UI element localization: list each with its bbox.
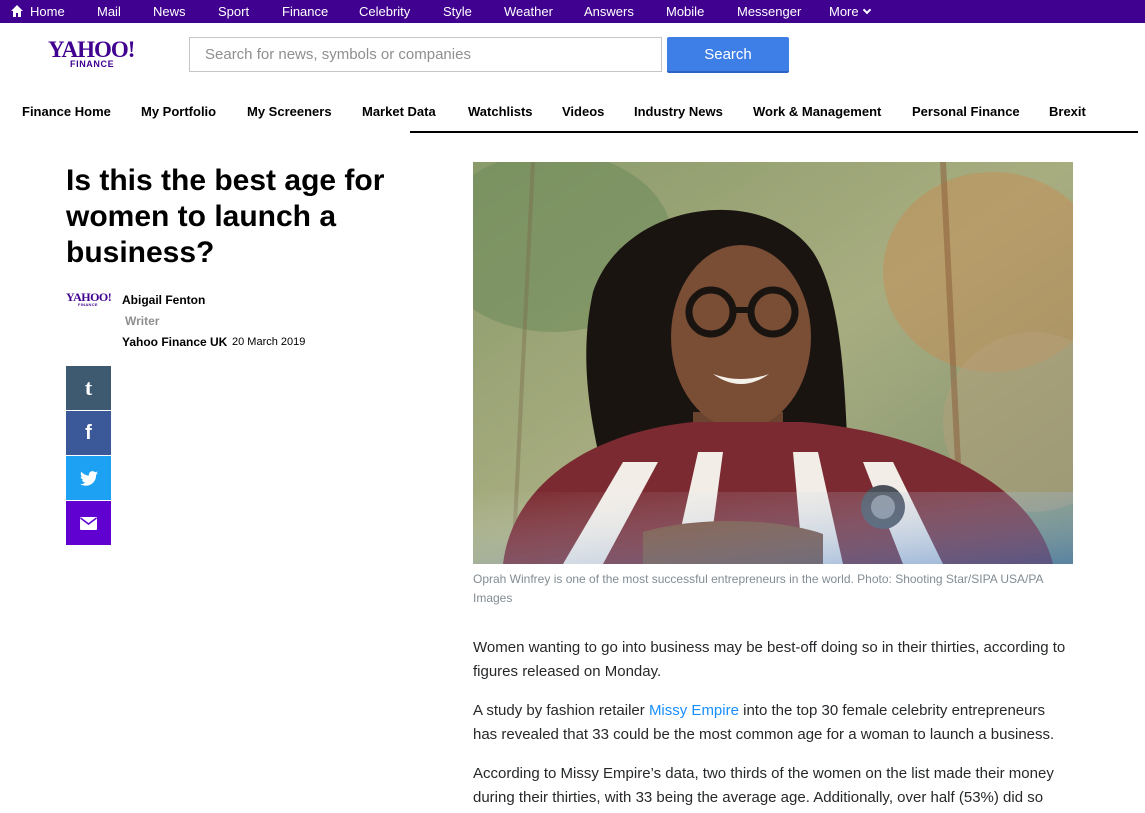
nav-work-management[interactable]: Work & Management xyxy=(753,100,881,124)
share-twitter-button[interactable] xyxy=(66,456,111,500)
logo-sub-text: FINANCE xyxy=(70,59,115,69)
photo-illustration xyxy=(473,162,1073,564)
nav-industry-news[interactable]: Industry News xyxy=(634,100,723,124)
twitter-icon xyxy=(79,470,98,486)
paragraph-text: A study by fashion retailer xyxy=(473,702,649,719)
top-nav-answers[interactable]: Answers xyxy=(584,0,634,23)
yahoo-finance-logo[interactable]: YAHOO! FINANCE xyxy=(48,37,140,73)
share-tumblr-button[interactable]: t xyxy=(66,366,111,410)
top-nav-home[interactable]: Home xyxy=(30,0,65,23)
home-icon[interactable] xyxy=(10,4,24,18)
share-email-button[interactable] xyxy=(66,501,111,545)
photo-caption: Oprah Winfrey is one of the most success… xyxy=(473,572,1043,605)
search-input[interactable] xyxy=(189,37,662,72)
author-logo-sub: FINANCE xyxy=(78,302,98,307)
search-button[interactable]: Search xyxy=(667,37,789,71)
article-date: 20 March 2019 xyxy=(232,336,306,348)
top-nav-messenger[interactable]: Messenger xyxy=(737,0,801,23)
top-nav-mail[interactable]: Mail xyxy=(97,0,121,23)
top-nav-more-label: More xyxy=(829,4,859,19)
top-nav-sport[interactable]: Sport xyxy=(218,0,249,23)
article-paragraph: A study by fashion retailer Missy Empire… xyxy=(473,699,1073,747)
facebook-icon: f xyxy=(85,421,92,444)
article-source: Yahoo Finance UK xyxy=(122,335,228,349)
author-role: Writer xyxy=(125,314,160,328)
missy-empire-link[interactable]: Missy Empire xyxy=(649,702,739,719)
nav-brexit[interactable]: Brexit xyxy=(1049,100,1086,124)
top-nav-more[interactable]: More xyxy=(829,0,871,23)
author-name[interactable]: Abigail Fenton xyxy=(122,293,205,307)
top-nav-news[interactable]: News xyxy=(153,0,186,23)
author-publisher-logo: YAHOO! FINANCE xyxy=(66,290,112,308)
nav-finance-home[interactable]: Finance Home xyxy=(22,100,111,124)
nav-videos[interactable]: Videos xyxy=(562,100,604,124)
nav-market-data[interactable]: Market Data xyxy=(362,100,436,124)
nav-divider xyxy=(410,131,1138,133)
nav-personal-finance[interactable]: Personal Finance xyxy=(912,100,1020,124)
top-nav-mobile[interactable]: Mobile xyxy=(666,0,704,23)
article-paragraph: According to Missy Empire’s data, two th… xyxy=(473,765,1054,806)
top-nav-celebrity[interactable]: Celebrity xyxy=(359,0,410,23)
article-title: Is this the best age for women to launch… xyxy=(66,164,385,269)
top-nav-style[interactable]: Style xyxy=(443,0,472,23)
article-photo xyxy=(473,162,1073,564)
tumblr-icon: t xyxy=(84,375,93,400)
nav-my-portfolio[interactable]: My Portfolio xyxy=(141,100,216,124)
chevron-down-icon xyxy=(862,5,871,15)
mail-icon xyxy=(80,516,97,530)
top-nav-weather[interactable]: Weather xyxy=(504,0,553,23)
nav-watchlists[interactable]: Watchlists xyxy=(468,100,533,124)
nav-my-screeners[interactable]: My Screeners xyxy=(247,100,332,124)
article-paragraph: Women wanting to go into business may be… xyxy=(473,639,1066,680)
top-nav-finance[interactable]: Finance xyxy=(282,0,328,23)
top-nav-bar: Home Mail News Sport Finance Celebrity S… xyxy=(0,0,1145,23)
share-facebook-button[interactable]: f xyxy=(66,411,111,455)
